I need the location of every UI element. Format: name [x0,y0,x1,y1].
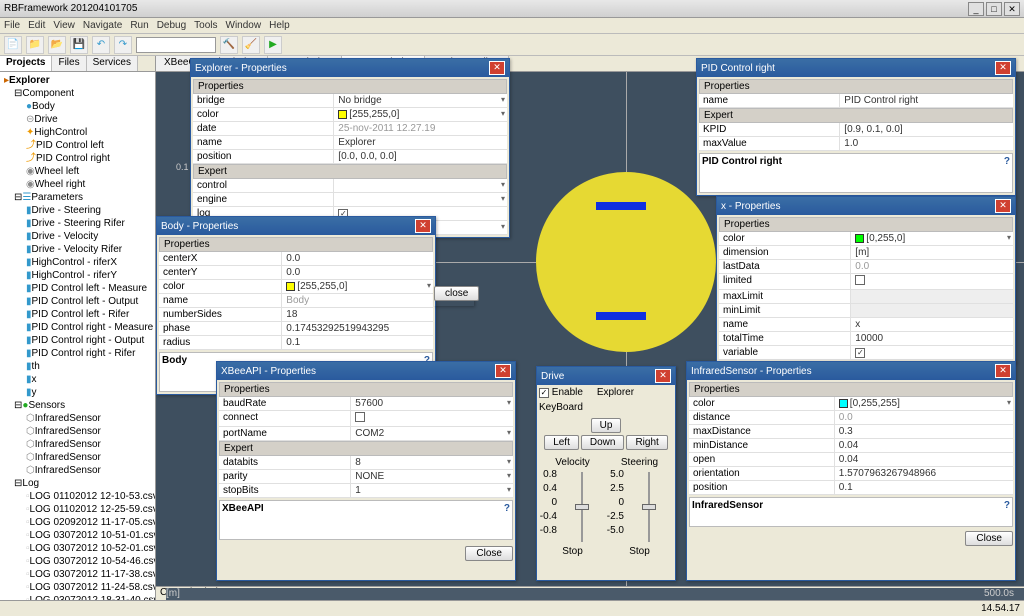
maximize-button[interactable]: □ [986,2,1002,16]
new-file-icon[interactable]: 📄 [4,36,22,54]
close-icon[interactable]: ✕ [995,61,1011,75]
close-icon[interactable]: ✕ [415,219,431,233]
statusbar: 14.54.17 [0,600,1024,616]
close-icon[interactable]: ✕ [495,364,511,378]
undo-icon[interactable]: ↶ [92,36,110,54]
drive-window[interactable]: Drive✕ ✓ Enable Explorer KeyBoard Up Lef… [536,366,676,581]
explorer-properties-window[interactable]: Explorer - Properties✕ Properties bridge… [190,58,510,238]
menu-run[interactable]: Run [130,20,148,31]
close-icon[interactable]: ✕ [655,369,671,383]
steering-slider[interactable] [634,472,664,542]
velocity-slider[interactable] [567,472,597,542]
pid-properties-window[interactable]: PID Control right✕ Properties namePID Co… [696,58,1016,196]
status-time: 14.54.17 [981,603,1020,614]
toolbar: 📄 📁 📂 💾 ↶ ↷ 🔨 🧹 ▶ [0,34,1024,56]
robot-bar-bottom [596,312,646,320]
close-button[interactable]: Close [965,531,1013,546]
project-tree[interactable]: ▸ Explorer ⊟ Component ● Body ⊝ Drive ✦ … [0,72,155,600]
close-icon[interactable]: ✕ [995,199,1011,213]
config-combo[interactable] [136,37,216,53]
close-icon[interactable]: ✕ [489,61,505,75]
xbeeapi-properties-window[interactable]: XBeeAPI - Properties✕ Properties baudRat… [216,361,516,581]
app-titlebar: RBFramework 201204101705 _ □ ✕ [0,0,1024,18]
x-properties-window[interactable]: x - Properties✕ Properties color[0,255,0… [716,196,1016,363]
tab-services[interactable]: Services [87,56,138,71]
menubar: File Edit View Navigate Run Debug Tools … [0,18,1024,34]
infrared-properties-window[interactable]: InfraredSensor - Properties✕ Properties … [686,361,1016,581]
tab-files[interactable]: Files [52,56,86,71]
robot-body [536,172,716,352]
menu-file[interactable]: File [4,20,20,31]
menu-edit[interactable]: Edit [28,20,45,31]
run-icon[interactable]: ▶ [264,36,282,54]
redo-icon[interactable]: ↷ [114,36,132,54]
up-button[interactable]: Up [591,418,622,433]
robot-bar-top [596,202,646,210]
menu-window[interactable]: Window [226,20,262,31]
build-icon[interactable]: 🔨 [220,36,238,54]
sidebar: Projects Files Services ▸ Explorer ⊟ Com… [0,56,156,600]
save-icon[interactable]: 💾 [70,36,88,54]
menu-tools[interactable]: Tools [194,20,217,31]
menu-help[interactable]: Help [269,20,290,31]
clean-icon[interactable]: 🧹 [242,36,260,54]
new-project-icon[interactable]: 📁 [26,36,44,54]
hidden-close-button[interactable]: close [434,286,474,306]
right-button[interactable]: Right [626,435,667,450]
close-icon[interactable]: ✕ [995,364,1011,378]
left-button[interactable]: Left [544,435,579,450]
menu-view[interactable]: View [53,20,75,31]
close-button[interactable]: Close [465,546,513,561]
open-icon[interactable]: 📂 [48,36,66,54]
down-button[interactable]: Down [581,435,625,450]
content-area: XBeeControl Window Test Window Scope Win… [156,56,1024,600]
tab-projects[interactable]: Projects [0,56,52,71]
minimize-button[interactable]: _ [968,2,984,16]
close-button[interactable]: ✕ [1004,2,1020,16]
menu-debug[interactable]: Debug [157,20,186,31]
app-title: RBFramework 201204101705 [4,3,968,14]
menu-navigate[interactable]: Navigate [83,20,122,31]
